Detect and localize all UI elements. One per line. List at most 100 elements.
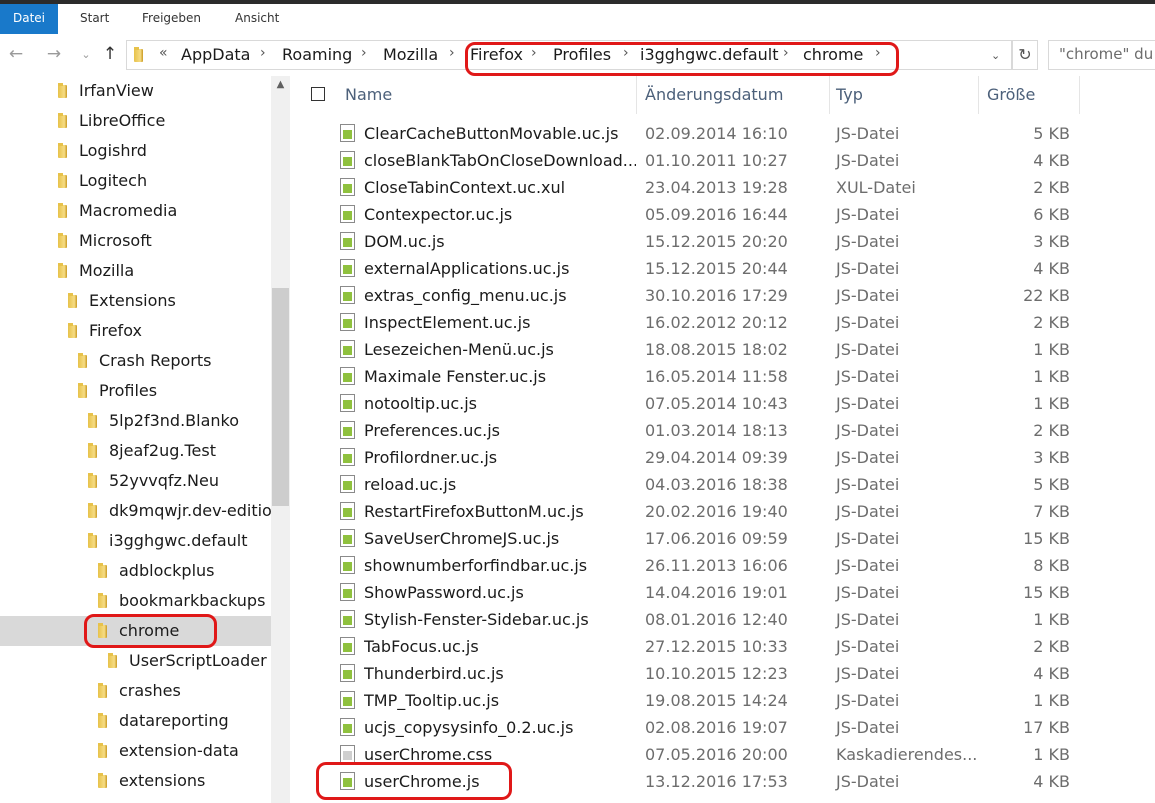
folder-icon	[98, 713, 107, 728]
file-row[interactable]: closeBlankTabOnCloseDownload... 01.10.201…	[300, 147, 1155, 174]
file-name: closeBlankTabOnCloseDownload...	[364, 151, 636, 170]
refresh-icon[interactable]: ↻	[1012, 40, 1038, 70]
file-row[interactable]: Maximale Fenster.uc.js 16.05.2014 11:58 JS…	[300, 363, 1155, 390]
crumb-chrome[interactable]: chrome	[803, 45, 863, 64]
tree-item[interactable]: 5lp2f3nd.Blanko	[0, 406, 272, 436]
file-row[interactable]: userChrome.css 07.05.2016 20:00 Kaskadiere…	[300, 741, 1155, 768]
column-name[interactable]: Name	[345, 76, 392, 114]
file-row[interactable]: Stylish-Fenster-Sidebar.uc.js 08.01.2016 …	[300, 606, 1155, 633]
crumb-mozilla[interactable]: Mozilla	[383, 45, 438, 64]
file-row[interactable]: reload.uc.js 04.03.2016 18:38 JS-Datei 5 KB	[300, 471, 1155, 498]
crumb-profile[interactable]: i3gghgwc.default	[640, 45, 779, 64]
crumb-separator-icon[interactable]: ›	[361, 45, 367, 61]
crumb-separator-icon[interactable]: ›	[783, 45, 789, 61]
tree-item[interactable]: dk9mqwjr.dev-edition	[0, 496, 282, 526]
scroll-up-icon[interactable]: ▲	[271, 79, 290, 90]
file-row[interactable]: Lesezeichen-Menü.uc.js 18.08.2015 18:02 JS…	[300, 336, 1155, 363]
tree-item[interactable]: extensions	[0, 766, 272, 796]
tree-item[interactable]: IrfanView	[0, 76, 272, 106]
file-row[interactable]: ClearCacheButtonMovable.uc.js 02.09.2014 …	[300, 120, 1155, 147]
file-row[interactable]: InspectElement.uc.js 16.02.2012 20:12 JS-D…	[300, 309, 1155, 336]
file-type: JS-Datei	[836, 232, 900, 251]
scrollbar-thumb[interactable]	[272, 288, 289, 506]
recent-chevron-icon[interactable]: ⌄	[76, 48, 96, 61]
file-row[interactable]: shownumberforfindbar.uc.js 26.11.2013 16:…	[300, 552, 1155, 579]
tree-item[interactable]: Microsoft	[0, 226, 272, 256]
file-row[interactable]: notooltip.uc.js 07.05.2014 10:43 JS-Datei 1…	[300, 390, 1155, 417]
file-row[interactable]: SaveUserChromeJS.uc.js 17.06.2016 09:59 JS…	[300, 525, 1155, 552]
forward-arrow-icon[interactable]: →	[44, 44, 64, 64]
column-type[interactable]: Typ	[836, 76, 863, 114]
tree-item[interactable]: Profiles	[0, 376, 272, 406]
file-type: JS-Datei	[836, 664, 900, 683]
tree-item[interactable]: datareporting	[0, 706, 272, 736]
file-row[interactable]: ucjs_copysysinfo_0.2.uc.js 02.08.2016 19:…	[300, 714, 1155, 741]
address-bar[interactable]: « AppData › Roaming › Mozilla › Firefox …	[126, 40, 1012, 70]
file-row[interactable]: Contexpector.uc.js 05.09.2016 16:44 JS-Dat…	[300, 201, 1155, 228]
tree-item[interactable]: Extensions	[0, 286, 272, 316]
tree-item[interactable]: chrome	[0, 616, 272, 646]
file-row[interactable]: CloseTabinContext.uc.xul 23.04.2013 19:28…	[300, 174, 1155, 201]
address-dropdown-icon[interactable]: ⌄	[991, 49, 1000, 62]
column-size[interactable]: Größe	[987, 76, 1035, 114]
crumb-separator-icon[interactable]: ›	[623, 45, 629, 61]
crumb-profiles[interactable]: Profiles	[553, 45, 611, 64]
file-row[interactable]: Thunderbird.uc.js 10.10.2015 12:23 JS-Date…	[300, 660, 1155, 687]
file-date: 16.05.2014 11:58	[645, 367, 788, 386]
crumb-roaming[interactable]: Roaming	[282, 45, 352, 64]
crumb-separator-icon[interactable]: ›	[531, 45, 537, 61]
tab-start[interactable]: Start	[80, 4, 109, 34]
folder-icon	[58, 233, 67, 248]
back-arrow-icon[interactable]: ←	[6, 44, 26, 64]
file-row[interactable]: DOM.uc.js 15.12.2015 20:20 JS-Datei 3 KB	[300, 228, 1155, 255]
folder-icon	[98, 773, 107, 788]
tree-item[interactable]: adblockplus	[0, 556, 272, 586]
tree-item[interactable]: 52yvvqfz.Neu	[0, 466, 272, 496]
tree-item[interactable]: Logishrd	[0, 136, 272, 166]
tree-item[interactable]: Macromedia	[0, 196, 272, 226]
file-row[interactable]: extras_config_menu.uc.js 30.10.2016 17:29…	[300, 282, 1155, 309]
crumb-firefox[interactable]: Firefox	[470, 45, 523, 64]
file-row[interactable]: Profilordner.uc.js 29.04.2014 09:39 JS-Dat…	[300, 444, 1155, 471]
tree-item[interactable]: extension-data	[0, 736, 272, 766]
crumb-separator-icon[interactable]: ›	[260, 45, 266, 61]
column-divider[interactable]	[1079, 76, 1080, 114]
nav-scrollbar[interactable]: ▲	[271, 76, 290, 803]
tree-item[interactable]: Firefox	[0, 316, 272, 346]
tab-ansicht[interactable]: Ansicht	[235, 4, 279, 34]
up-arrow-icon[interactable]: ↑	[100, 44, 120, 64]
file-row[interactable]: externalApplications.uc.js 15.12.2015 20:…	[300, 255, 1155, 282]
column-divider[interactable]	[829, 76, 830, 114]
tree-item[interactable]: 8jeaf2ug.Test	[0, 436, 272, 466]
file-date: 13.12.2016 17:53	[645, 772, 788, 791]
crumb-appdata[interactable]: AppData	[181, 45, 250, 64]
tree-item[interactable]: crashes	[0, 676, 272, 706]
tree-item[interactable]: Crash Reports	[0, 346, 272, 376]
tree-item[interactable]: UserScriptLoader	[0, 646, 272, 676]
tree-item[interactable]: i3gghgwc.default	[0, 526, 272, 556]
column-divider[interactable]	[978, 76, 979, 114]
column-divider[interactable]	[636, 76, 637, 114]
crumb-separator-icon[interactable]: ›	[449, 45, 455, 61]
tab-datei[interactable]: Datei	[0, 4, 58, 34]
file-row[interactable]: RestartFirefoxButtonM.uc.js 20.02.2016 19…	[300, 498, 1155, 525]
file-size: 2 KB	[1033, 637, 1070, 656]
overflow-marker[interactable]: «	[159, 45, 168, 61]
tree-item-label: Extensions	[89, 291, 176, 310]
tree-item[interactable]: LibreOffice	[0, 106, 272, 136]
tree-item[interactable]: bookmarkbackups	[0, 586, 272, 616]
script-file-icon	[340, 205, 355, 223]
file-row[interactable]: ShowPassword.uc.js 14.04.2016 19:01 JS-Dat…	[300, 579, 1155, 606]
select-all-checkbox[interactable]	[311, 87, 325, 101]
search-input[interactable]: "chrome" du	[1048, 40, 1155, 70]
file-row[interactable]: userChrome.js 13.12.2016 17:53 JS-Datei 4 K…	[300, 768, 1155, 795]
file-row[interactable]: TMP_Tooltip.uc.js 19.08.2015 14:24 JS-Date…	[300, 687, 1155, 714]
file-row[interactable]: TabFocus.uc.js 27.12.2015 10:33 JS-Datei 2 …	[300, 633, 1155, 660]
crumb-separator-icon[interactable]: ›	[875, 45, 881, 61]
tree-item[interactable]: Mozilla	[0, 256, 272, 286]
folder-icon	[58, 83, 67, 98]
column-date[interactable]: Änderungsdatum	[645, 76, 783, 114]
tab-freigeben[interactable]: Freigeben	[142, 4, 201, 34]
tree-item[interactable]: Logitech	[0, 166, 272, 196]
file-row[interactable]: Preferences.uc.js 01.03.2014 18:13 JS-Date…	[300, 417, 1155, 444]
